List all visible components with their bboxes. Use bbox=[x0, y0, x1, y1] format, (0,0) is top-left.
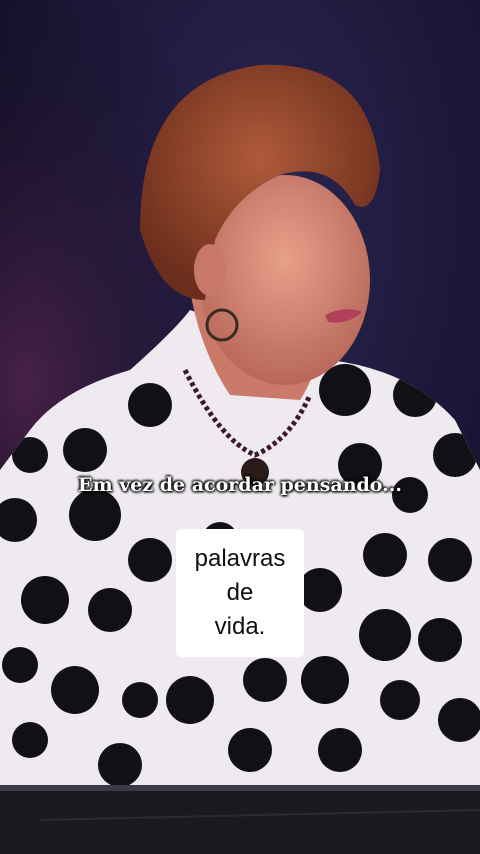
caption-line-1: palavras bbox=[194, 545, 286, 572]
video-still-image bbox=[0, 0, 480, 854]
caption-box: palavras de vida. bbox=[176, 529, 304, 657]
video-frame[interactable]: Em vez de acordar pensando... palavras d… bbox=[0, 0, 480, 854]
caption-line-3: vida. bbox=[214, 613, 266, 640]
caption-line-2: de bbox=[226, 579, 254, 606]
ear bbox=[194, 244, 226, 296]
caption-top-text: Em vez de acordar pensando... bbox=[78, 474, 402, 496]
